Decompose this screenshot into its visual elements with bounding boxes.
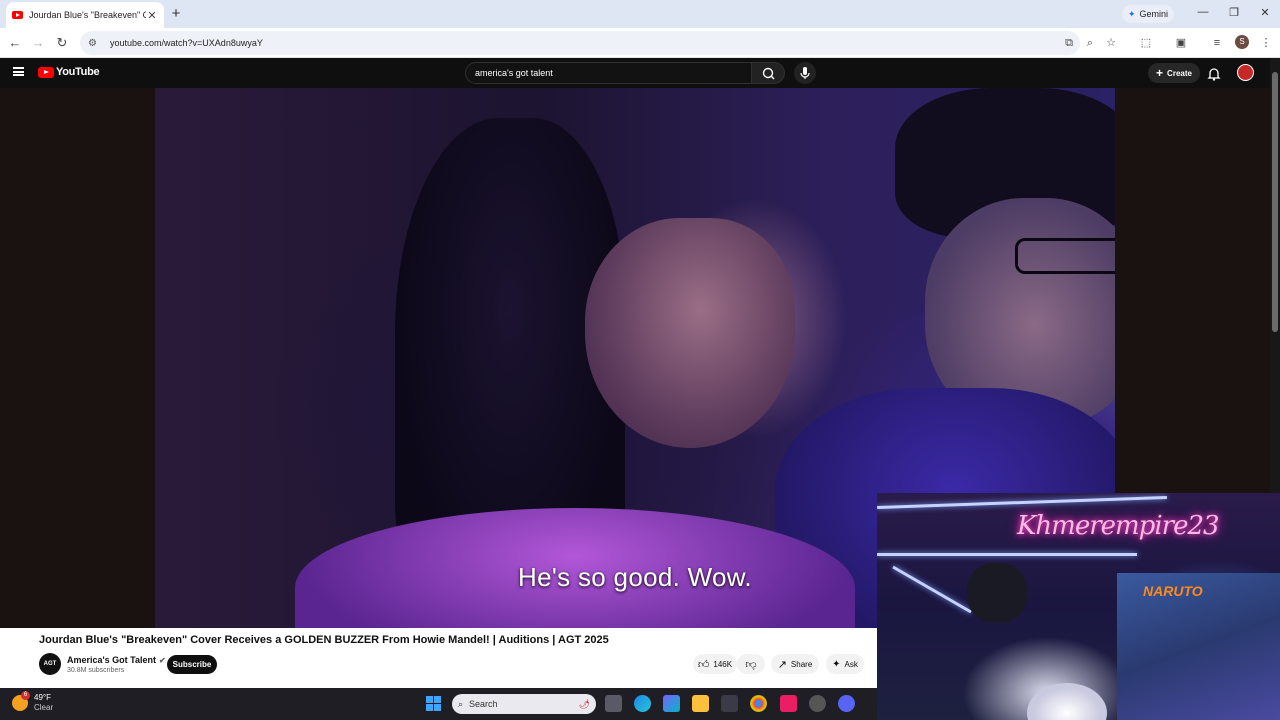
webcam-overlay: Khmerempire23 NARUTO bbox=[877, 493, 1280, 720]
new-tab-button[interactable]: + bbox=[169, 5, 183, 22]
taskbar-search[interactable]: ⌕ Search 🌶︎ bbox=[452, 694, 596, 714]
share-label: Share bbox=[790, 659, 813, 669]
extensions-icon[interactable]: ⬚ bbox=[1139, 36, 1153, 50]
youtube-logo-text: YouTube bbox=[56, 66, 100, 78]
more-menu-icon[interactable]: ⋮ bbox=[1259, 36, 1273, 50]
ask-button[interactable]: ✦ Ask bbox=[826, 654, 864, 674]
voice-search-button[interactable] bbox=[794, 62, 816, 84]
verified-check-icon: ✔ bbox=[159, 655, 166, 665]
search-icon bbox=[762, 67, 775, 80]
bookmark-star-icon[interactable]: ☆ bbox=[1104, 36, 1118, 50]
youtube-logo[interactable]: YouTube bbox=[38, 66, 100, 78]
neon-light-strip bbox=[892, 565, 972, 614]
window-close-icon[interactable]: ✕ bbox=[1257, 6, 1273, 19]
discord-icon[interactable] bbox=[838, 695, 855, 712]
install-app-icon[interactable]: ⧉ bbox=[1062, 36, 1076, 50]
profile-avatar[interactable]: S bbox=[1235, 35, 1249, 49]
minimize-icon[interactable]: — bbox=[1195, 6, 1211, 18]
chrome-icon[interactable] bbox=[750, 695, 767, 712]
browser-tab[interactable]: Jourdan Blue's "Breakeven" Cov ✕ bbox=[6, 2, 164, 28]
weather-badge: 6 bbox=[21, 691, 30, 700]
tab-title: Jourdan Blue's "Breakeven" Cov bbox=[29, 10, 146, 20]
file-explorer-icon[interactable] bbox=[692, 695, 709, 712]
gemini-button[interactable]: ✦ Gemini bbox=[1122, 5, 1175, 23]
browser-tab-bar: Jourdan Blue's "Breakeven" Cov ✕ + ✦ Gem… bbox=[0, 0, 1280, 28]
scrollbar-thumb[interactable] bbox=[1272, 72, 1278, 332]
taskbar-search-placeholder: Search bbox=[469, 699, 498, 709]
gemini-label: Gemini bbox=[1139, 9, 1169, 19]
zoom-icon[interactable]: ⌕ bbox=[1083, 36, 1097, 50]
m365-icon[interactable] bbox=[663, 695, 680, 712]
weather-temp: 49°F bbox=[34, 693, 51, 702]
thumbs-down-icon: 👎︎ bbox=[745, 658, 757, 671]
neon-light-strip bbox=[877, 553, 1137, 556]
gemini-icon: ✦ bbox=[1128, 8, 1136, 19]
create-button[interactable]: + Create bbox=[1148, 63, 1200, 83]
share-icon: ↗ bbox=[777, 658, 787, 671]
restore-icon[interactable]: ❐ bbox=[1226, 6, 1242, 19]
dislike-button[interactable]: 👎︎ bbox=[737, 654, 765, 674]
task-view-icon[interactable] bbox=[605, 695, 622, 712]
search-highlight-chili-icon: 🌶︎ bbox=[578, 698, 590, 709]
moon-lamp bbox=[1027, 683, 1107, 720]
poster-title: NARUTO bbox=[1143, 583, 1203, 599]
like-count: 146K bbox=[713, 659, 733, 669]
hamburger-menu-icon[interactable] bbox=[13, 67, 24, 76]
search-button[interactable] bbox=[751, 62, 785, 84]
plus-icon: + bbox=[1156, 66, 1164, 80]
obs-icon[interactable] bbox=[809, 695, 826, 712]
channel-name-row[interactable]: America's Got Talent ✔ bbox=[67, 655, 166, 665]
channel-avatar[interactable]: AGT bbox=[39, 653, 61, 675]
subscriber-count: 30.8M subscribers bbox=[67, 667, 125, 674]
weather-sun-icon: 6 bbox=[12, 691, 30, 711]
edge-browser-icon[interactable] bbox=[634, 695, 651, 712]
weather-condition: Clear bbox=[34, 703, 54, 712]
address-bar[interactable]: ⚙ youtube.com/watch?v=UXAdn8uwyaY bbox=[80, 31, 1080, 55]
search-input[interactable]: america's got talent bbox=[465, 62, 752, 84]
youtube-favicon-icon bbox=[12, 11, 23, 19]
youtube-play-icon bbox=[38, 66, 54, 78]
back-arrow-icon[interactable]: ← bbox=[7, 35, 23, 50]
video-frame-woman-face bbox=[585, 218, 795, 448]
page-scrollbar[interactable] bbox=[1270, 58, 1280, 493]
video-frame-glasses bbox=[1015, 238, 1115, 274]
neon-sign: Khmerempire23 bbox=[1017, 511, 1220, 541]
streaming-app-icon[interactable] bbox=[780, 695, 797, 712]
media-control-icon[interactable]: ≡ bbox=[1210, 36, 1224, 50]
microphone-icon bbox=[800, 67, 810, 79]
youtube-header: YouTube america's got talent + Create bbox=[0, 58, 1280, 88]
browser-toolbar: ← → ↻ ⚙ youtube.com/watch?v=UXAdn8uwyaY … bbox=[0, 28, 1280, 58]
ask-label: Ask bbox=[844, 659, 858, 669]
thumbs-up-icon: 👍︎ bbox=[697, 658, 710, 671]
notifications-bell-icon[interactable] bbox=[1206, 65, 1222, 81]
url-text: youtube.com/watch?v=UXAdn8uwyaY bbox=[110, 38, 263, 48]
reload-icon[interactable]: ↻ bbox=[54, 35, 70, 51]
site-info-icon[interactable]: ⚙ bbox=[88, 38, 102, 49]
sparkle-icon: ✦ bbox=[832, 658, 841, 670]
create-label: Create bbox=[1167, 68, 1192, 78]
share-button[interactable]: ↗ Share bbox=[771, 654, 819, 674]
microsoft-store-icon[interactable] bbox=[721, 695, 738, 712]
video-title: Jourdan Blue's "Breakeven" Cover Receive… bbox=[39, 634, 609, 646]
neon-light-strip bbox=[877, 495, 1167, 510]
weather-widget[interactable]: 6 49°F Clear bbox=[12, 691, 54, 713]
subscribe-button[interactable]: Subscribe bbox=[167, 655, 217, 674]
windows-start-icon[interactable] bbox=[426, 696, 441, 711]
side-panel-icon[interactable]: ▣ bbox=[1174, 36, 1188, 50]
tab-close-icon[interactable]: ✕ bbox=[146, 9, 158, 22]
like-button[interactable]: 👍︎ 146K bbox=[693, 654, 737, 674]
youtube-account-avatar[interactable] bbox=[1237, 64, 1254, 81]
taskbar-search-icon: ⌕ bbox=[458, 698, 464, 709]
channel-name[interactable]: America's Got Talent bbox=[67, 655, 156, 665]
forward-arrow-icon[interactable]: → bbox=[30, 35, 46, 50]
microphone-arm bbox=[967, 563, 1027, 623]
